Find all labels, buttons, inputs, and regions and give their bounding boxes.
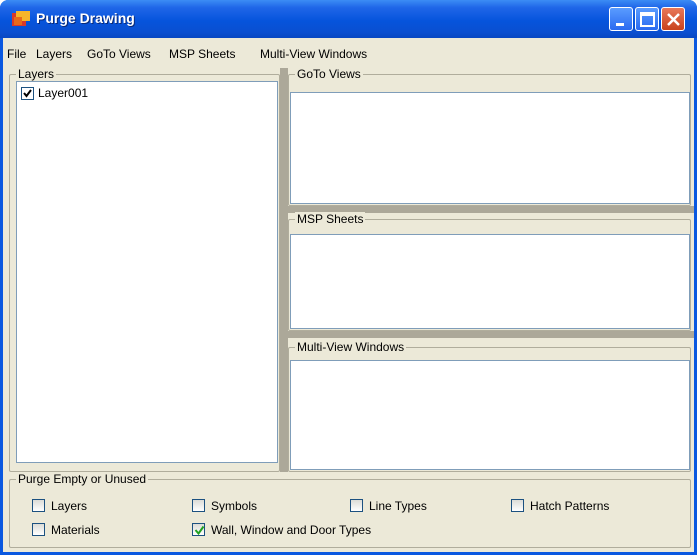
purge-materials-checkbox[interactable] [32, 523, 45, 536]
menu-layers[interactable]: Layers [36, 47, 72, 61]
client-area: File Layers GoTo Views MSP Sheets Multi-… [3, 38, 694, 552]
layers-panel-label: Layers [16, 67, 57, 81]
goto-views-panel: GoTo Views [288, 67, 691, 206]
multiview-windows-panel: Multi-View Windows [288, 340, 691, 472]
purge-hatch-patterns-checkbox[interactable] [511, 499, 524, 512]
purge-symbols-checkbox[interactable] [192, 499, 205, 512]
app-icon [12, 11, 30, 26]
title-bar[interactable]: Purge Drawing [0, 0, 697, 38]
checkmark-icon [194, 525, 205, 536]
horizontal-splitter-bottom[interactable] [285, 331, 694, 338]
layers-list[interactable]: Layer001 [16, 81, 278, 463]
purge-group-label: Purge Empty or Unused [16, 472, 149, 486]
multiview-windows-list[interactable] [290, 360, 690, 470]
purge-options-group: Purge Empty or Unused Layers Symbols Lin… [9, 472, 691, 548]
purge-layers-label: Layers [51, 499, 88, 513]
minimize-icon [616, 23, 624, 26]
purge-hatch-patterns-label: Hatch Patterns [530, 499, 610, 513]
checkmark-icon [23, 89, 32, 98]
msp-sheets-label: MSP Sheets [295, 212, 366, 226]
window-title: Purge Drawing [36, 10, 135, 26]
minimize-button[interactable] [609, 7, 633, 31]
vertical-splitter[interactable] [280, 68, 288, 472]
menu-goto-views[interactable]: GoTo Views [87, 47, 151, 61]
purge-wall-window-door-checkbox[interactable] [192, 523, 205, 536]
menu-bar: File Layers GoTo Views MSP Sheets Multi-… [3, 38, 694, 66]
maximize-button[interactable] [635, 7, 659, 31]
multiview-windows-label: Multi-View Windows [295, 340, 407, 354]
layer-item[interactable]: Layer001 [21, 86, 141, 102]
close-icon [667, 13, 680, 26]
purge-drawing-window: Purge Drawing File Layers GoTo Views MSP… [0, 0, 697, 555]
msp-sheets-list[interactable] [290, 234, 690, 329]
goto-views-label: GoTo Views [295, 67, 363, 81]
layer-item-checkbox[interactable] [21, 87, 34, 100]
menu-multiview-windows[interactable]: Multi-View Windows [260, 47, 367, 61]
purge-materials-label: Materials [51, 523, 100, 537]
layer-item-label: Layer001 [38, 86, 89, 100]
layers-panel: Layers Layer001 [9, 67, 280, 472]
menu-msp-sheets[interactable]: MSP Sheets [169, 47, 235, 61]
purge-layers-checkbox[interactable] [32, 499, 45, 512]
purge-line-types-checkbox[interactable] [350, 499, 363, 512]
purge-line-types-label: Line Types [369, 499, 427, 513]
purge-wall-window-door-label: Wall, Window and Door Types [211, 523, 372, 537]
goto-views-list[interactable] [290, 92, 690, 204]
maximize-icon [640, 12, 655, 27]
purge-symbols-label: Symbols [211, 499, 258, 513]
msp-sheets-panel: MSP Sheets [288, 212, 691, 331]
close-button[interactable] [661, 7, 685, 31]
menu-file[interactable]: File [7, 47, 26, 61]
